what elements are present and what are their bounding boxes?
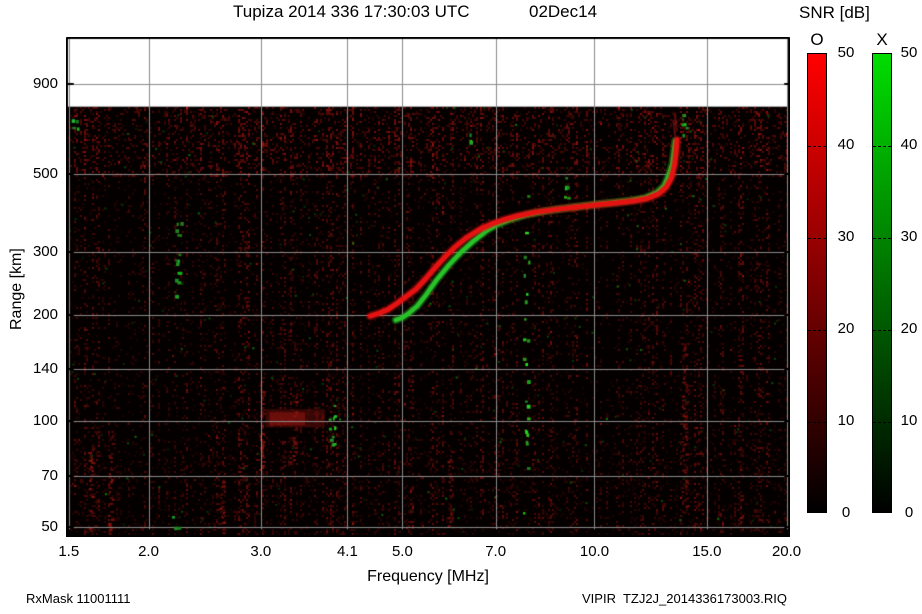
- y-tick-label: 200: [32, 305, 58, 323]
- colorbar-tick-dash: [808, 146, 826, 147]
- colorbar-x-gradient: [872, 53, 892, 513]
- page-date: 02Dec14: [529, 2, 598, 21]
- colorbar-tick-label: 40: [837, 136, 855, 153]
- y-tick-label: 500: [32, 164, 58, 182]
- colorbar-tick-dash: [873, 422, 891, 423]
- y-tick-label: 300: [32, 243, 58, 261]
- colorbar-tick-label: 50: [900, 44, 918, 61]
- colorbar-title: SNR [dB]: [799, 3, 870, 22]
- colorbar-tick-dash: [808, 422, 826, 423]
- x-tick-label: 10.0: [579, 543, 610, 560]
- colorbar-tick-dash: [873, 146, 891, 147]
- colorbar-tick-dash: [873, 330, 891, 331]
- colorbar-tick-label: 0: [904, 504, 914, 521]
- y-tick-label: 50: [41, 518, 58, 536]
- colorbar-tick-label: 20: [900, 320, 918, 337]
- data-file-label: VIPIR TZJ2J_2014336173003.RIQ: [582, 591, 787, 606]
- colorbar-tick-dash: [873, 238, 891, 239]
- x-tick-label: 1.5: [58, 543, 80, 560]
- x-tick-label: 2.0: [138, 543, 159, 560]
- page-title: Tupiza 2014 336 17:30:03 UTC: [233, 2, 470, 21]
- colorbar-tick-label: 50: [837, 44, 855, 61]
- colorbar-o-mode-label: O: [810, 30, 824, 49]
- x-tick-label: 5.0: [391, 543, 413, 560]
- x-tick-label: 7.0: [485, 543, 507, 560]
- y-tick-label: 900: [32, 74, 58, 92]
- colorbar-o-gradient: [807, 53, 827, 513]
- rx-mask-label: RxMask 11001111: [26, 591, 131, 606]
- x-tick-label: 3.0: [250, 543, 272, 560]
- x-tick-label: 20.0: [771, 543, 802, 560]
- colorbar-tick-label: 20: [837, 320, 855, 337]
- colorbar-tick-label: 40: [900, 136, 918, 153]
- y-tick-label: 100: [32, 412, 58, 430]
- colorbar-tick-label: 10: [900, 412, 918, 429]
- colorbar-x-mode-label: X: [876, 30, 888, 49]
- colorbar-tick-label: 30: [837, 228, 855, 245]
- colorbar-tick-label: 10: [837, 412, 855, 429]
- colorbar-tick-label: 0: [841, 504, 851, 521]
- x-tick-label: 4.1: [336, 543, 358, 560]
- ionogram-plot-canvas: [66, 37, 790, 537]
- colorbar-tick-label: 30: [900, 228, 918, 245]
- colorbar-tick-dash: [808, 330, 826, 331]
- y-tick-label: 70: [41, 466, 58, 484]
- x-tick-label: 15.0: [692, 543, 722, 560]
- y-tick-label: 140: [32, 360, 58, 378]
- ionogram-viewer: Tupiza 2014 336 17:30:03 UTC 02Dec14 SNR…: [0, 0, 922, 614]
- colorbar-tick-dash: [808, 238, 826, 239]
- x-axis-title: Frequency [MHz]: [367, 568, 489, 585]
